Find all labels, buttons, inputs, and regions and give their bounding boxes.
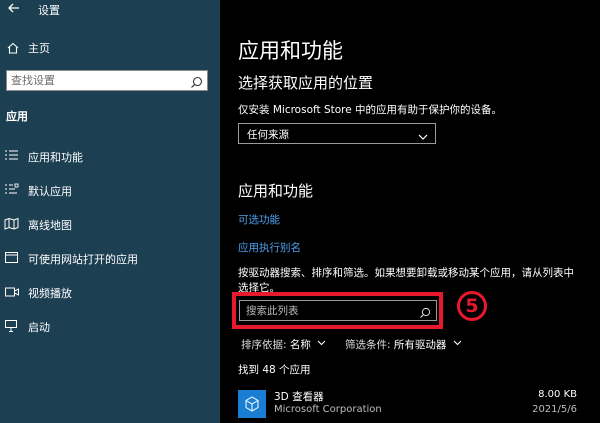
chevron-down-icon bbox=[417, 128, 429, 140]
apps-features-heading: 应用和功能 bbox=[238, 182, 314, 200]
title-bar: 设置 bbox=[0, 0, 220, 20]
app-source-dropdown[interactable]: 任何来源 bbox=[238, 123, 436, 144]
step-number-badge: 5 bbox=[457, 291, 487, 321]
app-list-search-input[interactable] bbox=[246, 303, 416, 318]
list-item[interactable]: 3D 查看器 Microsoft Corporation 8.00 KB 202… bbox=[238, 385, 583, 423]
default-apps-icon bbox=[4, 182, 20, 196]
home-icon bbox=[6, 40, 20, 54]
settings-search-box[interactable] bbox=[6, 70, 208, 91]
sidebar-item-label: 启动 bbox=[28, 321, 50, 334]
back-arrow-icon[interactable] bbox=[6, 1, 22, 17]
sidebar-item-label: 离线地图 bbox=[28, 219, 72, 232]
filter-label: 筛选条件: bbox=[345, 339, 391, 351]
offline-maps-icon bbox=[4, 216, 20, 230]
apps-count: 找到 48 个应用 bbox=[238, 364, 311, 376]
app-list-search-box[interactable] bbox=[239, 300, 437, 321]
dropdown-value: 任何来源 bbox=[247, 129, 289, 141]
sidebar-item-home[interactable]: 主页 bbox=[0, 37, 220, 59]
cube-icon bbox=[238, 390, 266, 418]
sidebar-item-label: 主页 bbox=[28, 42, 50, 55]
sidebar-item-apps-features[interactable]: 应用和功能 bbox=[0, 145, 220, 167]
app-size: 8.00 KB bbox=[538, 389, 577, 400]
search-icon[interactable] bbox=[190, 74, 203, 88]
app-name: 3D 查看器 bbox=[274, 391, 324, 403]
sidebar-item-startup[interactable]: 启动 bbox=[0, 315, 220, 337]
install-location-heading: 选择获取应用的位置 bbox=[238, 74, 374, 92]
sidebar-section-title: 应用 bbox=[6, 110, 28, 123]
sidebar-item-apps-for-websites[interactable]: 可使用网站打开的应用 bbox=[0, 247, 220, 269]
search-icon[interactable] bbox=[419, 304, 431, 318]
app-date: 2021/5/6 bbox=[532, 404, 577, 415]
sidebar-item-label: 视频播放 bbox=[28, 287, 72, 300]
sort-dropdown[interactable]: 排序依据: 名称 bbox=[241, 337, 326, 352]
sidebar: 设置 主页 应用 应用和功能 默认应用 离线地图 可使用 bbox=[0, 0, 220, 423]
page-title: 应用和功能 bbox=[238, 39, 343, 63]
app-execution-aliases-link[interactable]: 应用执行别名 bbox=[238, 240, 301, 255]
filter-dropdown[interactable]: 筛选条件: 所有驱动器 bbox=[345, 337, 462, 352]
sidebar-item-offline-maps[interactable]: 离线地图 bbox=[0, 213, 220, 235]
sidebar-item-label: 默认应用 bbox=[28, 185, 72, 198]
apps-features-icon bbox=[4, 148, 20, 162]
apps-for-websites-icon bbox=[4, 250, 20, 264]
app-publisher: Microsoft Corporation bbox=[274, 404, 382, 415]
startup-icon bbox=[4, 318, 20, 332]
video-playback-icon bbox=[4, 284, 20, 298]
sort-label: 排序依据: bbox=[241, 339, 287, 351]
install-location-description: 仅安装 Microsoft Store 中的应用有助于保护你的设备。 bbox=[238, 104, 503, 116]
main-content: 应用和功能 选择获取应用的位置 仅安装 Microsoft Store 中的应用… bbox=[220, 0, 600, 423]
settings-search-input[interactable] bbox=[11, 73, 187, 88]
filter-value: 所有驱动器 bbox=[393, 339, 447, 351]
chevron-down-icon bbox=[453, 338, 462, 346]
sidebar-item-video-playback[interactable]: 视频播放 bbox=[0, 281, 220, 303]
sidebar-item-label: 应用和功能 bbox=[28, 151, 83, 164]
window-title: 设置 bbox=[38, 4, 60, 17]
sidebar-item-label: 可使用网站打开的应用 bbox=[28, 253, 138, 266]
optional-features-link[interactable]: 可选功能 bbox=[238, 212, 280, 227]
sort-value: 名称 bbox=[289, 339, 311, 351]
sidebar-item-default-apps[interactable]: 默认应用 bbox=[0, 179, 220, 201]
chevron-down-icon bbox=[317, 338, 326, 346]
